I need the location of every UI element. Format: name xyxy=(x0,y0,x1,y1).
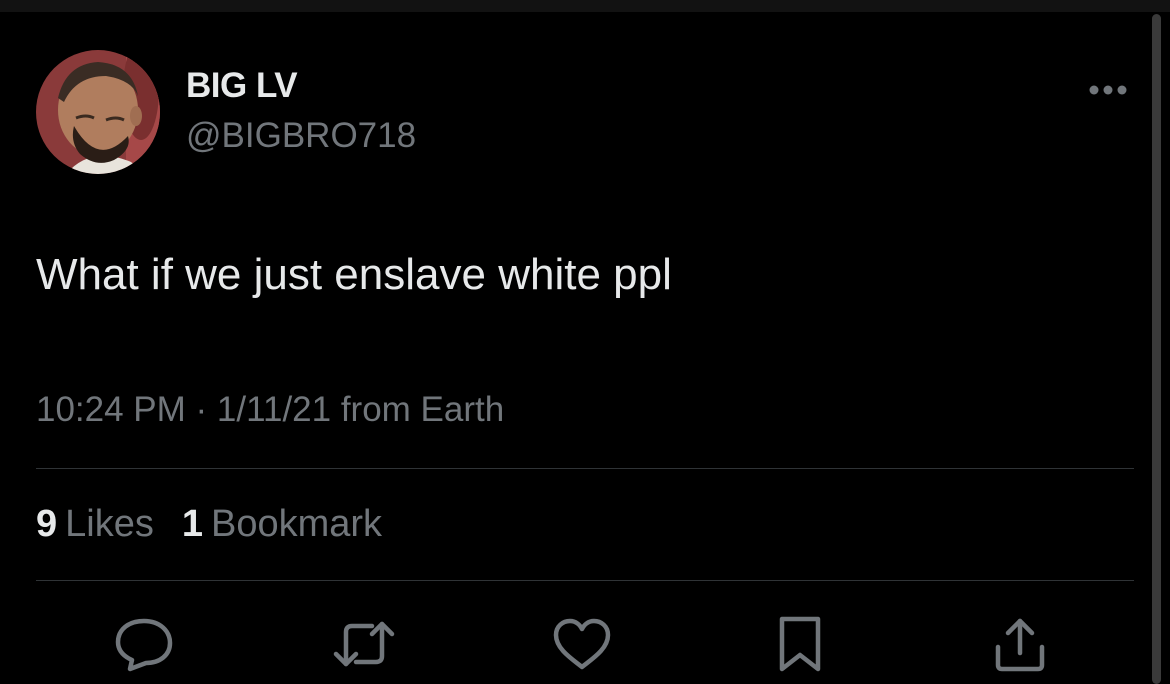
tweet-date-link[interactable]: 1/11/21 xyxy=(217,390,331,429)
bookmark-icon xyxy=(779,616,821,672)
author-handle[interactable]: @BIGBRO718 xyxy=(186,116,416,156)
more-icon xyxy=(1089,85,1127,95)
author-avatar[interactable] xyxy=(36,50,160,174)
divider-top xyxy=(36,468,1134,469)
share-button[interactable] xyxy=(988,612,1052,676)
author-display-name[interactable]: BIG LV xyxy=(186,66,298,106)
retweet-button[interactable] xyxy=(332,612,396,676)
scrollbar-thumb[interactable] xyxy=(1152,14,1161,684)
reply-icon xyxy=(115,618,173,672)
like-button[interactable] xyxy=(550,612,614,676)
tweet-location: from Earth xyxy=(331,390,505,429)
tweet-text: What if we just enslave white ppl xyxy=(36,250,672,299)
tweet-time-link[interactable]: 10:24 PM xyxy=(36,390,186,429)
bookmarks-stat[interactable]: 1 Bookmark xyxy=(182,503,382,546)
retweet-icon xyxy=(333,621,395,667)
bookmarks-count: 1 xyxy=(181,503,203,545)
heart-icon xyxy=(553,618,611,670)
bookmarks-label: Bookmark xyxy=(211,503,383,545)
top-bar xyxy=(0,0,1170,12)
scrollbar[interactable] xyxy=(1152,14,1161,684)
reply-button[interactable] xyxy=(112,612,176,676)
likes-count: 9 xyxy=(36,503,58,545)
likes-label: Likes xyxy=(65,503,154,545)
tweet-metadata: 10:24 PM · 1/11/21 from Earth xyxy=(36,390,504,430)
bookmark-button[interactable] xyxy=(768,612,832,676)
engagement-stats: 9 Likes 1 Bookmark xyxy=(36,503,382,546)
divider-bottom xyxy=(36,580,1134,581)
more-options-button[interactable] xyxy=(1080,74,1136,106)
likes-stat[interactable]: 9 Likes xyxy=(36,503,154,546)
meta-separator: · xyxy=(185,390,217,429)
share-icon xyxy=(995,618,1045,672)
